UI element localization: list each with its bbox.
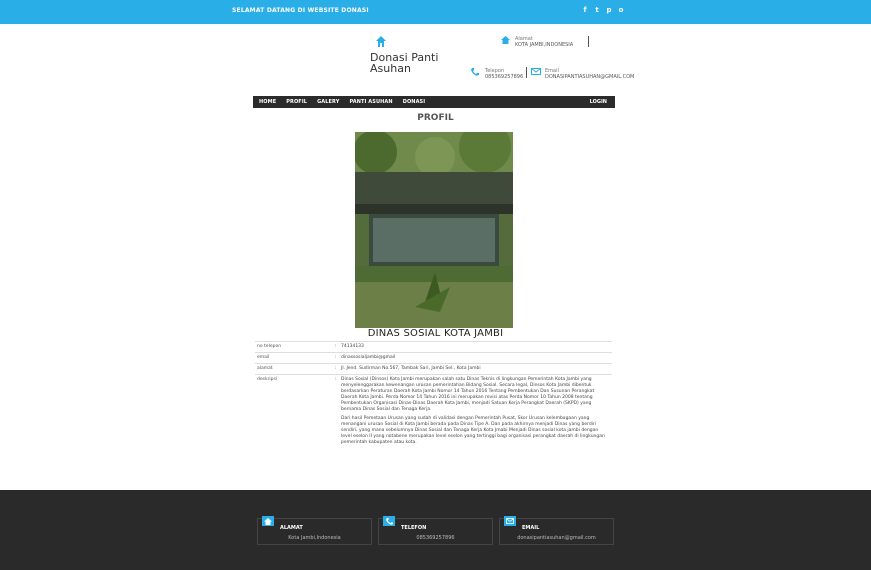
table-row: deskripsi : Dinas Sosial (Dinsos) Kota J… (255, 374, 612, 451)
pinterest-icon[interactable]: p (606, 5, 612, 15)
row-key: no telepon (255, 341, 333, 353)
logo-title: Donasi Panti Asuhan (370, 51, 439, 75)
phone-icon (383, 516, 395, 526)
footer-email-box: EMAIL donasipantiasuhan@gmail.com (499, 516, 614, 545)
description-paragraph: Dinas Sosial (Dinsos) Kota Jambi merupak… (341, 377, 595, 412)
divider (588, 36, 589, 47)
mail-icon (531, 68, 541, 77)
page-title: PROFIL (417, 113, 454, 123)
footer-label: ALAMAT (280, 525, 303, 531)
nav-profil[interactable]: PROFIL (286, 99, 307, 105)
divider (526, 67, 527, 78)
footer-value: Kota Jambi,Indonesia (288, 535, 341, 541)
main-nav: HOME PROFIL GALERY PANTI ASUHAN DONASI L… (253, 96, 615, 108)
row-key: email (255, 352, 333, 364)
footer-phone-box: TELEFON 085369257896 (378, 516, 493, 545)
table-row: email : dinassosialjambi@gmail (255, 352, 612, 364)
row-key: alamat (255, 363, 333, 375)
footer-label: TELEFON (401, 525, 427, 531)
office-photo (355, 132, 513, 328)
nav-donasi[interactable]: DONASI (403, 99, 426, 105)
phone-value: 085369257896 (485, 74, 524, 80)
row-value: 74134133 (339, 341, 612, 353)
welcome-text: SELAMAT DATANG DI WEBSITE DONASI (232, 7, 369, 14)
email-value: DONASIPANTIASUHAN@GMAIL.COM (545, 74, 635, 80)
social-links: f t p o (582, 5, 624, 15)
login-link[interactable]: LOGIN (590, 99, 607, 105)
address-value: KOTA JAMBI,INDONESIA (515, 42, 574, 48)
footer-value: 085369257896 (416, 535, 455, 541)
row-key: deskripsi (255, 374, 333, 451)
nav-galery[interactable]: GALERY (317, 99, 339, 105)
profile-table: no telepon : 74134133 email : dinassosia… (255, 341, 612, 451)
table-row: alamat : Jl. Jend. Sudirman No.567, Tamb… (255, 363, 612, 375)
house-icon (376, 36, 386, 48)
footer-value: donasipantiasuhan@gmail.com (517, 535, 596, 541)
house-icon (262, 516, 274, 526)
footer-address-box: ALAMAT Kota Jambi,Indonesia (257, 516, 372, 545)
table-row: no telepon : 74134133 (255, 341, 612, 353)
top-bar: SELAMAT DATANG DI WEBSITE DONASI f t p o (0, 0, 871, 24)
phone-icon (471, 68, 479, 78)
description-paragraph: Dari hasil Pemetaan Urusan yang sudah di… (341, 416, 605, 445)
footer-label: EMAIL (522, 525, 540, 531)
nav-panti-asuhan[interactable]: PANTI ASUHAN (349, 99, 392, 105)
instagram-icon[interactable]: o (618, 5, 624, 15)
twitter-icon[interactable]: t (594, 5, 600, 15)
header-email: Email DONASIPANTIASUHAN@GMAIL.COM (531, 68, 635, 80)
header-address: Alamat KOTA JAMBI,INDONESIA (501, 36, 574, 48)
row-value: dinassosialjambi@gmail (339, 352, 612, 364)
photo-caption: DINAS SOSIAL KOTA JAMBI (367, 328, 504, 339)
row-value: Dinas Sosial (Dinsos) Kota Jambi merupak… (339, 374, 612, 451)
mail-icon (504, 516, 516, 526)
house-icon (501, 36, 510, 46)
site-logo[interactable]: Donasi Panti Asuhan (370, 36, 450, 74)
row-value: Jl. Jend. Sudirman No.567, Tambak Sari, … (339, 363, 612, 375)
header-phone: Telepon 085369257896 (471, 68, 524, 80)
nav-home[interactable]: HOME (259, 99, 276, 105)
facebook-icon[interactable]: f (582, 5, 588, 15)
